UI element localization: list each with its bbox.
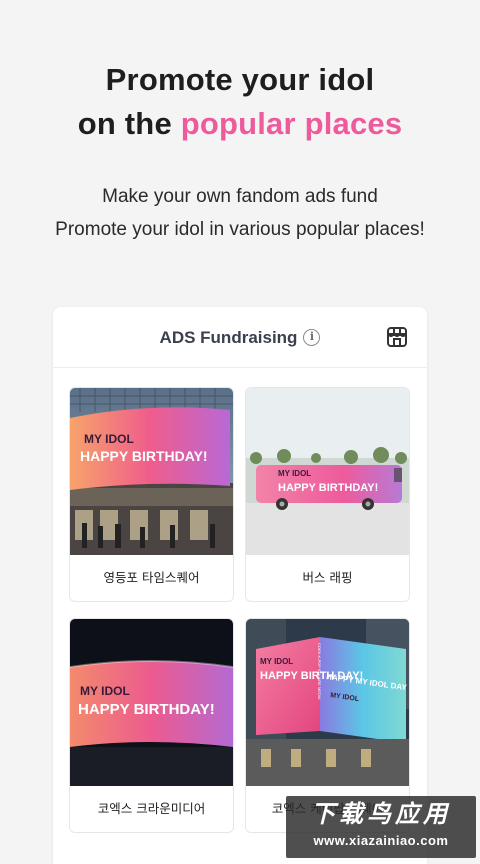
kpop-ad-line1: MY IDOL [260,657,293,666]
crown-ad-line2: HAPPY BIRTHDAY! [78,701,215,718]
coex-crown-media-image: MY IDOL HAPPY BIRTHDAY! [70,619,233,786]
hero-title-accent: popular places [180,106,403,141]
card-title-text: ADS Fundraising [159,327,298,347]
times-square-ad-line1: MY IDOL [84,432,134,446]
kpop-ad-vertical: COEX K-POP SQUARE MEDIA [317,643,322,700]
place-label: 영등포 타임스퀘어 [103,570,200,585]
place-card-times-square[interactable]: MY IDOL HAPPY BIRTHDAY! 영등포 타임스퀘어 [69,387,234,602]
card-title: ADS Fundraising i [53,327,427,348]
place-card-bus-wrapping[interactable]: MY IDOL HAPPY BIRTHDAY! 버스 래핑 [245,387,410,602]
hero-subtitle-line2: Promote your idol in various popular pla… [55,219,425,240]
hero-title-line2-prefix: on the [77,106,181,141]
ads-fundraising-card: ADS Fundraising i MY IDOL HAPPY BIRTHDAY… [53,307,427,864]
coex-kpop-square-image: MY IDOL HAPPY BIRTH DAY! HAPPY MY IDOL D… [246,619,409,786]
hero-title: Promote your idol on the popular places [0,58,480,146]
place-label: 코엑스 크라운미디어 [97,801,206,816]
card-header: ADS Fundraising i [53,307,427,368]
times-square-image: MY IDOL HAPPY BIRTHDAY! [70,388,233,555]
place-label: 버스 래핑 [302,570,353,585]
place-card-coex-crown-media[interactable]: MY IDOL HAPPY BIRTHDAY! 코엑스 크라운미디어 [69,618,234,833]
store-icon[interactable] [386,326,408,348]
hero: Promote your idol on the popular places … [0,58,480,246]
bus-wrapping-image: MY IDOL HAPPY BIRTHDAY! [246,388,409,555]
times-square-ad-line2: HAPPY BIRTHDAY! [80,448,208,464]
bus-ad-line2: HAPPY BIRTHDAY! [278,482,378,494]
hero-subtitle: Make your own fandom ads fund Promote yo… [0,180,480,246]
watermark-url: www.xiazainiao.com [313,833,449,848]
hero-subtitle-line1: Make your own fandom ads fund [102,186,378,207]
watermark: 下载鸟应用 www.xiazainiao.com [286,796,476,858]
hero-title-line1: Promote your idol [105,62,375,97]
crown-ad-line1: MY IDOL [80,684,130,698]
bus-ad-line1: MY IDOL [278,469,311,478]
watermark-text: 下载鸟应用 [311,800,451,828]
info-icon[interactable]: i [303,329,321,347]
